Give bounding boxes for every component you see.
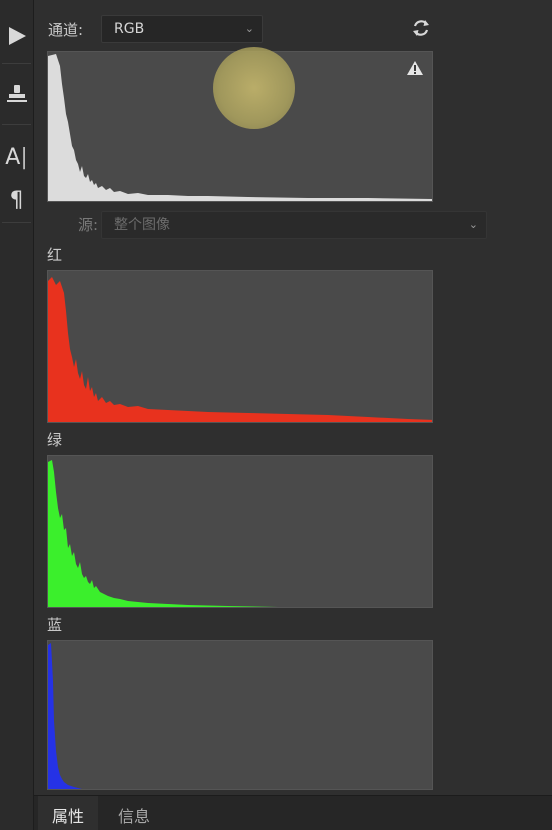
histogram-rgb-area [48,54,432,201]
histogram-rgb [47,51,433,202]
chevron-down-icon: ⌄ [244,22,254,35]
panel-tab-bar: 属性 信息 [34,795,552,830]
chevron-down-icon: ⌄ [468,218,478,231]
channel-label: 通道: [48,21,84,39]
histogram-red [47,270,433,423]
histogram-blue-plot [48,643,82,789]
tool-divider [2,124,31,125]
histogram-green-plot [48,460,278,607]
histogram-green-label: 绿 [47,431,63,449]
tab-properties[interactable]: 属性 [38,796,99,830]
paragraph-icon[interactable]: ¶ [0,184,33,216]
source-label: 源: [78,216,99,234]
tool-strip: A | ¶ [0,0,34,830]
histogram-blue-area [48,643,82,789]
channel-value: RGB [114,21,145,37]
tab-info[interactable]: 信息 [104,796,164,830]
tool-divider [2,222,31,223]
tool-divider [2,63,31,64]
source-select[interactable]: 整个图像 ⌄ [101,211,487,239]
play-icon[interactable] [0,20,33,52]
histogram-green [47,455,433,608]
stamp-icon[interactable] [0,78,33,110]
histogram-red-area [48,277,432,422]
refresh-icon[interactable] [410,17,432,39]
histogram-red-plot [48,277,432,422]
source-value: 整个图像 [114,217,170,233]
histogram-rgb-plot [48,54,432,201]
text-tool-icon[interactable]: A | [0,140,33,174]
warning-icon[interactable] [406,60,424,76]
histogram-blue-label: 蓝 [47,616,63,634]
histogram-blue [47,640,433,790]
channel-select[interactable]: RGB ⌄ [101,15,263,43]
histogram-window: A | ¶ 通道: RGB ⌄ 源: 整个图像 ⌄ 红 绿 蓝 属性 信息 [0,0,552,830]
histogram-red-label: 红 [47,246,63,264]
histogram-green-area [48,460,278,607]
histogram-panel: 通道: RGB ⌄ 源: 整个图像 ⌄ 红 绿 蓝 [34,0,552,795]
